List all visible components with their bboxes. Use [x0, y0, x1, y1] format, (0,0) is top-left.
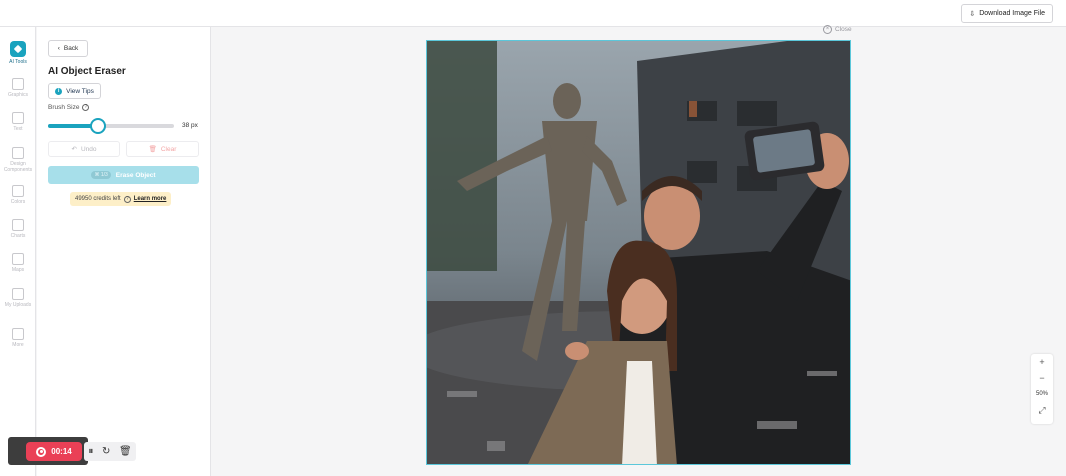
components-icon: [12, 147, 24, 159]
close-icon: ×: [823, 25, 832, 34]
top-bar: ⇩ Download Image File: [0, 0, 1066, 27]
help-icon[interactable]: ?: [123, 195, 131, 203]
download-icon: ⇩: [969, 10, 976, 18]
restart-icon[interactable]: ↻: [102, 446, 110, 457]
undo-icon: ↶: [71, 146, 77, 153]
keyboard-shortcut-badge: ⌘ 1/3: [91, 171, 111, 179]
rail-item-text[interactable]: Text: [0, 112, 36, 132]
rail-item-colors[interactable]: Colors: [0, 185, 36, 205]
credits-badge: 49950 credits left ? Learn more: [70, 192, 172, 206]
undo-button[interactable]: ↶ Undo: [48, 141, 120, 157]
text-icon: [12, 112, 24, 124]
palette-icon: [12, 185, 24, 197]
zoom-controls: + − 50% ⤢: [1031, 354, 1053, 424]
zoom-in-button[interactable]: +: [1031, 354, 1053, 370]
record-icon: [36, 446, 47, 457]
chart-icon: [12, 219, 24, 231]
trash-icon: 🗑: [148, 146, 157, 153]
screen-recorder-bar: 00:14 ⏸ ↻ 🗑: [8, 437, 136, 467]
graphics-icon: [12, 78, 24, 90]
rail-item-graphics[interactable]: Graphics: [0, 78, 36, 98]
delete-icon[interactable]: 🗑: [119, 446, 132, 457]
panel-title: AI Object Eraser: [48, 66, 126, 77]
back-button[interactable]: ‹ Back: [48, 40, 88, 57]
zoom-level: 50%: [1035, 391, 1048, 397]
stop-recording-button[interactable]: 00:14: [26, 442, 82, 461]
clear-button[interactable]: 🗑 Clear: [126, 141, 199, 157]
close-button[interactable]: × Close: [823, 25, 852, 34]
rail-item-ai-tools[interactable]: AI Tools: [0, 41, 36, 65]
view-tips-button[interactable]: i View Tips: [48, 83, 101, 99]
fit-screen-icon[interactable]: ⤢: [1031, 402, 1053, 418]
brush-size-slider[interactable]: [48, 118, 174, 134]
rail-item-charts[interactable]: Charts: [0, 219, 36, 239]
recording-timer: 00:14: [51, 447, 72, 456]
download-image-button[interactable]: ⇩ Download Image File: [961, 4, 1053, 23]
download-label: Download Image File: [979, 10, 1045, 17]
map-icon: [12, 253, 24, 265]
grid-icon: [12, 328, 24, 340]
sparkle-icon: [10, 41, 26, 57]
rail-item-my-uploads[interactable]: My Uploads: [0, 288, 36, 308]
tool-rail: AI Tools Graphics Text Design Components…: [0, 27, 36, 476]
brush-size-value: 38 px: [182, 122, 198, 129]
zoom-out-button[interactable]: −: [1031, 370, 1053, 386]
help-icon[interactable]: ?: [82, 104, 90, 111]
recorder-controls: ⏸ ↻ 🗑: [84, 442, 136, 461]
pause-icon[interactable]: ⏸: [88, 446, 93, 457]
info-icon: i: [55, 87, 63, 95]
photo-illustration: [427, 41, 850, 464]
brush-size-label: Brush Size ?: [48, 104, 90, 111]
rail-item-maps[interactable]: Maps: [0, 253, 36, 273]
rail-item-design-components[interactable]: Design Components: [0, 147, 36, 173]
slider-handle[interactable]: [90, 118, 107, 134]
rail-item-more[interactable]: More: [0, 328, 36, 348]
canvas-area: × Close + − 50% ⤢: [211, 25, 1066, 476]
learn-more-link[interactable]: Learn more: [134, 196, 167, 202]
folder-icon: [12, 288, 24, 300]
erase-object-button[interactable]: ⌘ 1/3 Erase Object: [48, 166, 199, 184]
edited-photo[interactable]: [426, 40, 851, 465]
chevron-left-icon: ‹: [57, 45, 60, 52]
ai-object-eraser-panel: ‹ Back AI Object Eraser i View Tips Brus…: [37, 27, 211, 476]
